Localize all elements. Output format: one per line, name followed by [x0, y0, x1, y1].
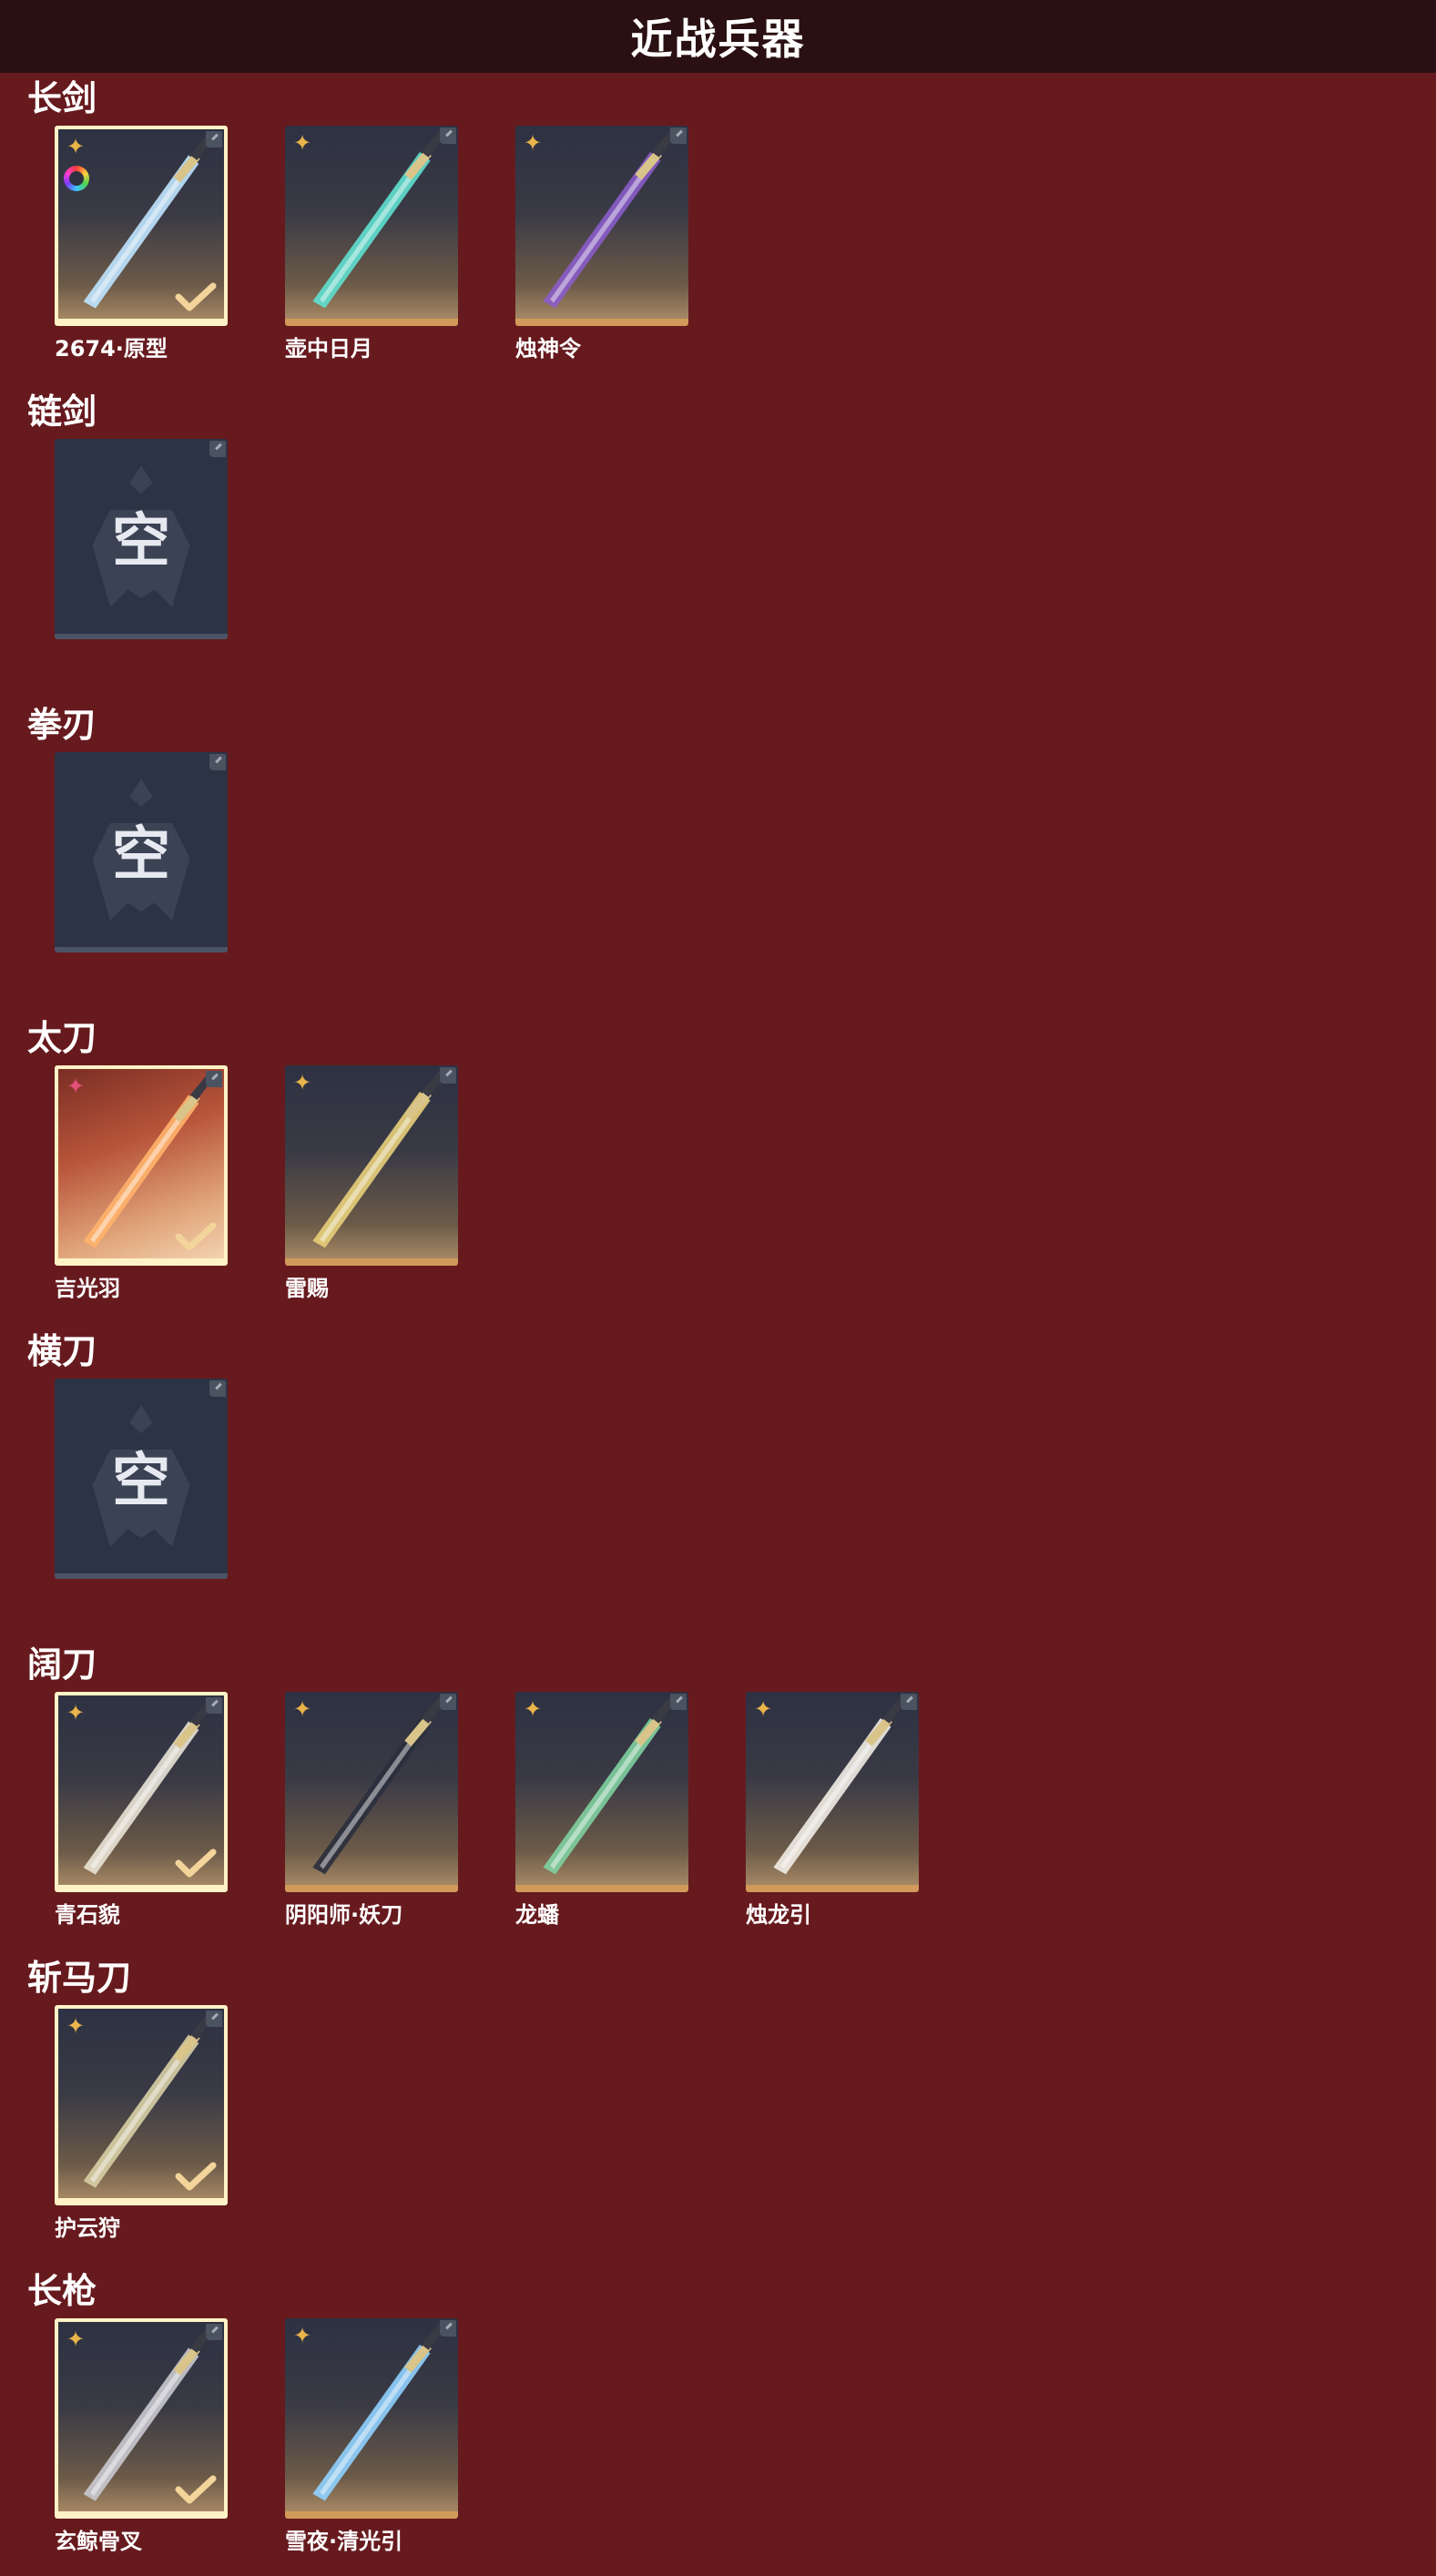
check-icon	[175, 2475, 217, 2504]
star-badge-icon: ✦	[753, 1696, 773, 1722]
weapon-name: 护云狩	[55, 2215, 120, 2241]
section-title: 拳刃	[27, 705, 97, 745]
empty-weapon-slot[interactable]: 空	[55, 1379, 228, 1579]
corner-tag-icon	[206, 1071, 222, 1087]
corner-tag-icon	[440, 1067, 456, 1084]
corner-tag-icon	[209, 754, 226, 770]
section-title: 链剑	[27, 392, 97, 432]
page-header: 近战兵器	[0, 0, 1436, 73]
empty-weapon-slot[interactable]: 空	[55, 752, 228, 952]
corner-tag-icon	[209, 441, 226, 457]
weapon-name: 阴阳师·妖刀	[285, 1902, 403, 1928]
color-ring-icon	[64, 166, 89, 191]
page-title: 近战兵器	[630, 15, 806, 64]
section-title: 太刀	[27, 1018, 97, 1058]
weapon-card[interactable]: ✦	[55, 1065, 228, 1266]
empty-slot-label: 空	[112, 1448, 170, 1515]
weapon-name: 雪夜·清光引	[285, 2529, 403, 2554]
corner-tag-icon	[206, 2324, 222, 2340]
weapon-name: 烛龙引	[746, 1902, 811, 1928]
empty-slot-label: 空	[112, 508, 170, 575]
weapon-card[interactable]: ✦	[746, 1692, 919, 1892]
weapon-name: 雷赐	[285, 1276, 329, 1301]
star-badge-icon: ✦	[523, 130, 543, 156]
weapon-name: 玄鲸骨叉	[55, 2529, 142, 2554]
star-badge-icon: ✦	[292, 1696, 312, 1722]
weapon-card[interactable]: ✦	[515, 126, 688, 326]
star-badge-icon: ✦	[292, 130, 312, 156]
section-title: 横刀	[27, 1331, 97, 1371]
weapon-card[interactable]: ✦	[285, 1692, 458, 1892]
star-badge-icon: ✦	[292, 1070, 312, 1095]
corner-tag-icon	[440, 127, 456, 144]
star-badge-icon: ✦	[66, 134, 86, 159]
section-title: 斩马刀	[27, 1958, 132, 1998]
corner-tag-icon	[670, 1694, 687, 1710]
star-badge-icon: ✦	[66, 1700, 86, 1726]
check-icon	[175, 1222, 217, 1251]
weapon-name: 壶中日月	[285, 336, 372, 361]
star-badge-icon: ✦	[66, 1074, 86, 1099]
corner-tag-icon	[440, 2320, 456, 2337]
check-icon	[175, 2162, 217, 2191]
weapon-name: 青石貌	[55, 1902, 120, 1928]
corner-tag-icon	[440, 1694, 456, 1710]
empty-weapon-slot[interactable]: 空	[55, 439, 228, 639]
section-title: 阔刀	[27, 1644, 97, 1685]
corner-tag-icon	[209, 1380, 226, 1397]
weapon-card[interactable]: ✦	[55, 2318, 228, 2519]
section-title: 长枪	[27, 2271, 97, 2311]
weapon-name: 吉光羽	[55, 1276, 120, 1301]
corner-tag-icon	[901, 1694, 917, 1710]
corner-tag-icon	[206, 131, 222, 148]
corner-tag-icon	[670, 127, 687, 144]
weapon-card[interactable]: ✦	[55, 2005, 228, 2205]
check-icon	[175, 1848, 217, 1878]
corner-tag-icon	[206, 1697, 222, 1714]
empty-slot-label: 空	[112, 821, 170, 889]
weapon-name: 2674·原型	[55, 336, 168, 361]
star-badge-icon: ✦	[66, 2327, 86, 2352]
section-title: 长剑	[27, 78, 97, 118]
weapon-card[interactable]: ✦	[55, 126, 228, 326]
weapon-card[interactable]: ✦	[515, 1692, 688, 1892]
star-badge-icon: ✦	[292, 2323, 312, 2348]
weapon-name: 烛神令	[515, 336, 581, 361]
weapon-name: 龙蟠	[515, 1902, 559, 1928]
weapon-card[interactable]: ✦	[55, 1692, 228, 1892]
weapon-card[interactable]: ✦	[285, 2318, 458, 2519]
weapon-card[interactable]: ✦	[285, 126, 458, 326]
check-icon	[175, 282, 217, 311]
star-badge-icon: ✦	[66, 2013, 86, 2039]
weapon-card[interactable]: ✦	[285, 1065, 458, 1266]
star-badge-icon: ✦	[523, 1696, 543, 1722]
corner-tag-icon	[206, 2011, 222, 2027]
